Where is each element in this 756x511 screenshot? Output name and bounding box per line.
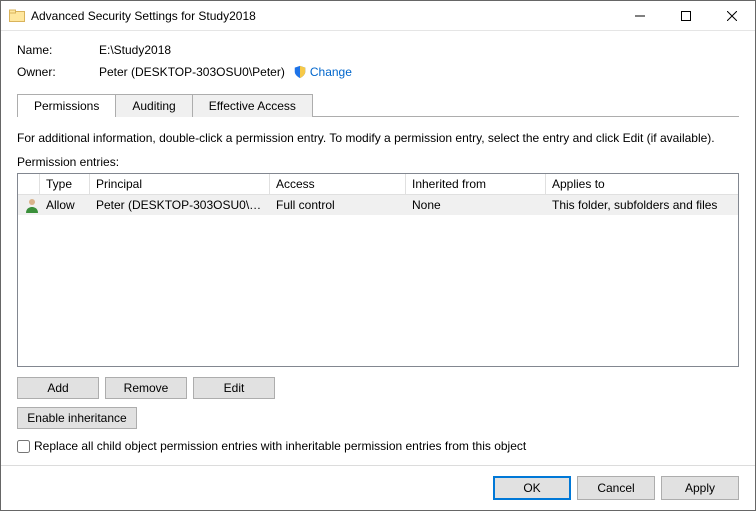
row-type: Allow	[40, 195, 90, 215]
table-header: Type Principal Access Inherited from App…	[18, 174, 738, 195]
col-access[interactable]: Access	[270, 174, 406, 194]
replace-permissions-label: Replace all child object permission entr…	[34, 439, 526, 453]
name-label: Name:	[17, 43, 99, 57]
window-title: Advanced Security Settings for Study2018	[31, 9, 617, 23]
maximize-icon	[681, 11, 691, 21]
owner-label: Owner:	[17, 65, 99, 79]
col-applies[interactable]: Applies to	[546, 174, 738, 194]
col-type[interactable]: Type	[40, 174, 90, 194]
entry-buttons: Add Remove Edit	[17, 377, 739, 399]
row-principal: Peter (DESKTOP-303OSU0\Pet...	[90, 195, 270, 215]
row-inherited: None	[406, 195, 546, 215]
minimize-icon	[635, 11, 645, 21]
replace-permissions-row[interactable]: Replace all child object permission entr…	[17, 439, 739, 453]
titlebar: Advanced Security Settings for Study2018	[1, 1, 755, 31]
tab-auditing[interactable]: Auditing	[115, 94, 192, 117]
row-icon-cell	[18, 194, 40, 216]
tab-effective-access[interactable]: Effective Access	[192, 94, 313, 117]
minimize-button[interactable]	[617, 1, 663, 30]
edit-button[interactable]: Edit	[193, 377, 275, 399]
add-button[interactable]: Add	[17, 377, 99, 399]
tabstrip: Permissions Auditing Effective Access	[17, 93, 739, 116]
close-icon	[727, 11, 737, 21]
col-inherited[interactable]: Inherited from	[406, 174, 546, 194]
ok-button[interactable]: OK	[493, 476, 571, 500]
permission-table[interactable]: Type Principal Access Inherited from App…	[17, 173, 739, 367]
name-value: E:\Study2018	[99, 43, 171, 57]
col-principal[interactable]: Principal	[90, 174, 270, 194]
window-controls	[617, 1, 755, 30]
maximize-button[interactable]	[663, 1, 709, 30]
enable-inheritance-button[interactable]: Enable inheritance	[17, 407, 137, 429]
row-access: Full control	[270, 195, 406, 215]
table-row[interactable]: Allow Peter (DESKTOP-303OSU0\Pet... Full…	[18, 195, 738, 215]
security-settings-window: Advanced Security Settings for Study2018…	[0, 0, 756, 511]
description-text: For additional information, double-click…	[17, 131, 739, 145]
tab-permissions[interactable]: Permissions	[17, 94, 116, 117]
permission-entries-label: Permission entries:	[17, 155, 739, 169]
folder-icon	[9, 8, 25, 24]
inheritance-buttons: Enable inheritance	[17, 407, 739, 429]
name-row: Name: E:\Study2018	[17, 43, 739, 57]
user-icon	[24, 197, 40, 213]
replace-permissions-checkbox[interactable]	[17, 440, 30, 453]
owner-value: Peter (DESKTOP-303OSU0\Peter)	[99, 65, 285, 79]
shield-icon	[293, 65, 307, 79]
row-applies: This folder, subfolders and files	[546, 195, 738, 215]
change-owner-link[interactable]: Change	[310, 65, 352, 79]
remove-button[interactable]: Remove	[105, 377, 187, 399]
content-area: Name: E:\Study2018 Owner: Peter (DESKTOP…	[1, 31, 755, 510]
cancel-button[interactable]: Cancel	[577, 476, 655, 500]
dialog-footer: OK Cancel Apply	[17, 466, 739, 500]
owner-row: Owner: Peter (DESKTOP-303OSU0\Peter) Cha…	[17, 65, 739, 79]
col-icon[interactable]	[18, 174, 40, 194]
apply-button[interactable]: Apply	[661, 476, 739, 500]
close-button[interactable]	[709, 1, 755, 30]
